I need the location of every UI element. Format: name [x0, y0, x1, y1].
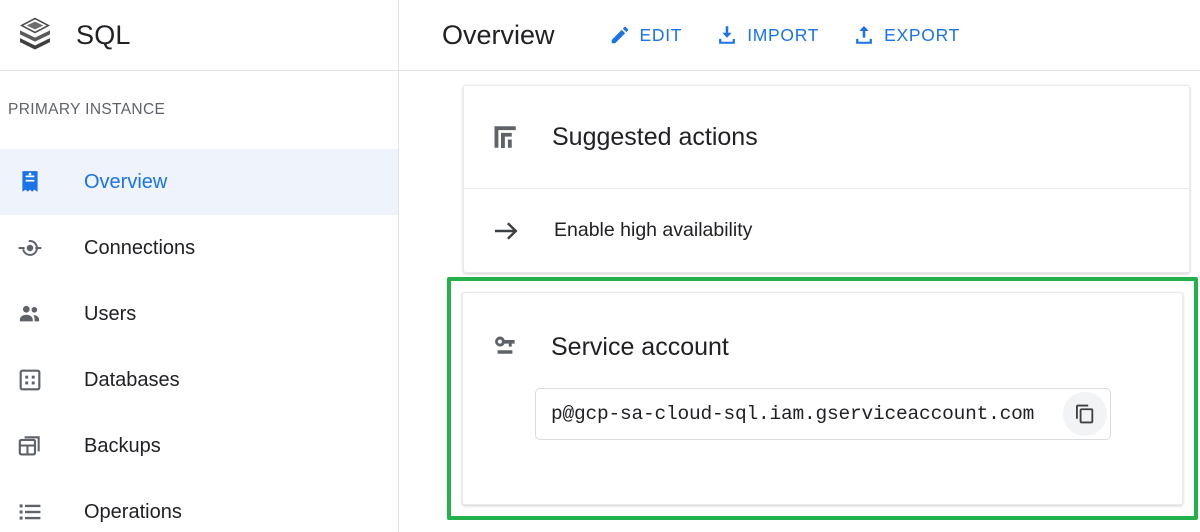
service-account-email-value: p@gcp-sa-cloud-sql.iam.gserviceaccount.c…: [551, 403, 1035, 425]
sidebar-nav: Overview Connections Users Databases Bac…: [0, 149, 398, 532]
sidebar-item-backups[interactable]: Backups: [0, 413, 398, 479]
operations-list-icon: [14, 496, 46, 528]
content-area: Suggested actions Enable high availabili…: [399, 71, 1200, 532]
sidebar: SQL PRIMARY INSTANCE Overview Connection…: [0, 0, 399, 532]
main-panel: Overview EDIT IMPORT EXPORT Suggested ac…: [399, 0, 1200, 532]
product-title: SQL: [76, 19, 131, 50]
app-root: SQL PRIMARY INSTANCE Overview Connection…: [0, 0, 1200, 532]
import-button[interactable]: IMPORT: [716, 24, 819, 46]
export-button[interactable]: EXPORT: [853, 24, 960, 46]
service-account-email-field[interactable]: p@gcp-sa-cloud-sql.iam.gserviceaccount.c…: [535, 388, 1111, 440]
sidebar-item-users[interactable]: Users: [0, 281, 398, 347]
product-brand[interactable]: SQL: [0, 0, 398, 71]
sidebar-item-label: Users: [84, 302, 137, 325]
overview-document-icon: [14, 166, 46, 198]
sidebar-item-operations[interactable]: Operations: [0, 479, 398, 532]
service-account-card: Service account p@gcp-sa-cloud-sql.iam.g…: [462, 292, 1183, 505]
sidebar-item-label: Overview: [84, 170, 168, 193]
arrow-right-icon: [490, 215, 522, 247]
import-button-label: IMPORT: [747, 24, 820, 45]
sidebar-item-label: Databases: [84, 368, 180, 391]
suggested-actions-title: Suggested actions: [552, 122, 758, 151]
service-account-header: Service account: [463, 293, 1182, 364]
copy-button[interactable]: [1063, 392, 1107, 436]
service-account-title: Service account: [551, 332, 729, 361]
edit-button-label: EDIT: [639, 24, 683, 45]
sidebar-item-label: Connections: [84, 236, 196, 259]
backups-windows-icon: [14, 430, 46, 462]
sidebar-item-connections[interactable]: Connections: [0, 215, 398, 281]
suggested-action-row[interactable]: Enable high availability: [464, 189, 1189, 272]
databases-grid-icon: [14, 364, 46, 396]
pencil-icon: [609, 24, 631, 46]
sidebar-item-overview[interactable]: Overview: [0, 149, 398, 215]
suggested-actions-header: Suggested actions: [464, 86, 1189, 189]
sidebar-item-label: Backups: [84, 434, 161, 457]
service-account-key-icon: [488, 330, 522, 364]
users-people-icon: [14, 298, 46, 330]
insights-bars-icon: [488, 120, 522, 154]
toolbar-actions: EDIT IMPORT EXPORT: [609, 24, 960, 46]
cloud-sql-layers-icon: [12, 12, 58, 58]
suggested-action-label: Enable high availability: [554, 219, 753, 241]
connections-hub-icon: [14, 232, 46, 264]
sidebar-item-databases[interactable]: Databases: [0, 347, 398, 413]
service-account-field-wrap: p@gcp-sa-cloud-sql.iam.gserviceaccount.c…: [463, 364, 1182, 440]
export-upload-icon: [853, 24, 875, 46]
page-title: Overview: [442, 19, 555, 50]
import-download-icon: [716, 24, 738, 46]
sidebar-item-label: Operations: [84, 500, 182, 523]
export-button-label: EXPORT: [884, 24, 960, 45]
edit-button[interactable]: EDIT: [609, 24, 683, 46]
suggested-actions-card: Suggested actions Enable high availabili…: [463, 85, 1190, 273]
sidebar-section-label: PRIMARY INSTANCE: [8, 101, 166, 118]
copy-icon: [1074, 403, 1096, 425]
page-toolbar: Overview EDIT IMPORT EXPORT: [399, 0, 1200, 71]
